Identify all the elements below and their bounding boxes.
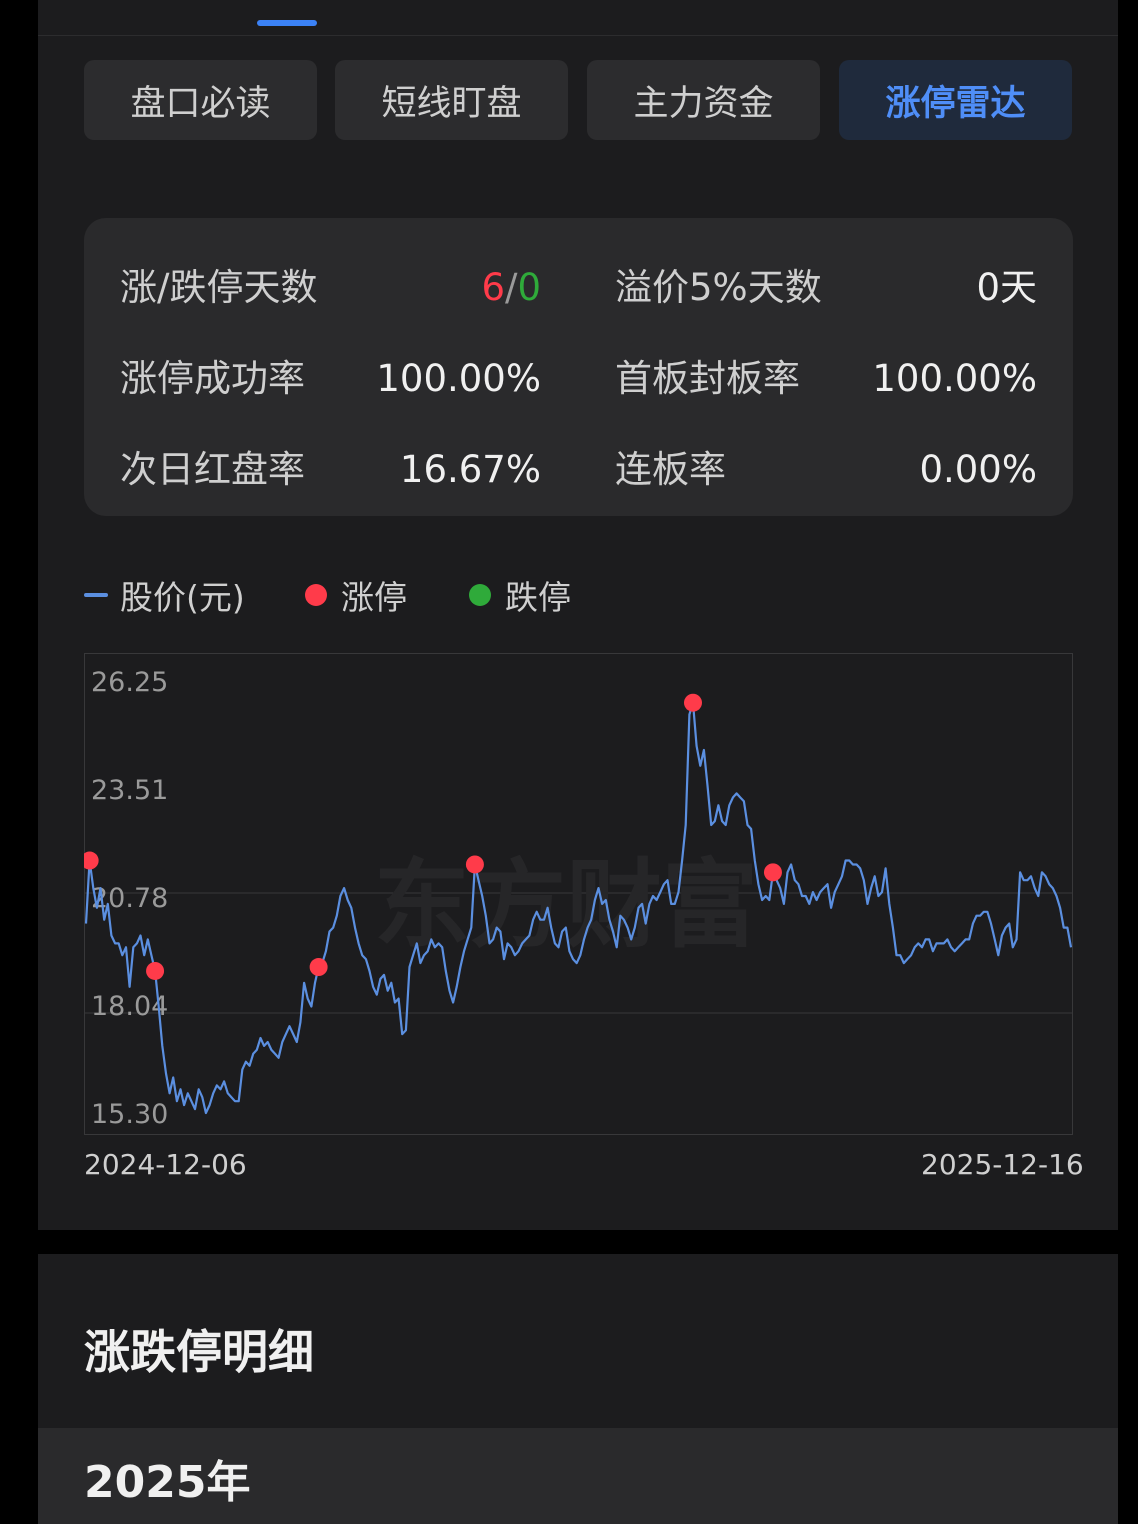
legend-limit-up-label: 涨停 xyxy=(341,578,407,617)
consecutive-board-value: 0.00% xyxy=(919,448,1037,491)
consecutive-board-label: 连板率 xyxy=(615,448,726,491)
tab-zhuli-zijin[interactable]: 主力资金 xyxy=(587,60,820,140)
x-end-date: 2025-12-16 xyxy=(921,1148,1084,1181)
tab-pankou-bidu[interactable]: 盘口必读 xyxy=(84,60,317,140)
top-divider xyxy=(38,35,1118,36)
limit-up-marker xyxy=(309,958,328,977)
x-start-date: 2024-12-06 xyxy=(84,1148,247,1181)
legend-limit-down-label: 跌停 xyxy=(505,578,571,617)
limit-up-marker xyxy=(683,693,702,712)
y-tick-label: 15.30 xyxy=(91,1099,168,1130)
red-dot-icon xyxy=(305,584,327,606)
first-board-label: 首板封板率 xyxy=(615,357,800,400)
limit-up-marker xyxy=(84,851,99,870)
legend-limit-down: 跌停 xyxy=(469,573,571,617)
y-tick-label: 26.25 xyxy=(91,667,168,698)
premium-days-label: 溢价5%天数 xyxy=(615,266,822,309)
success-rate-value: 100.00% xyxy=(376,357,541,400)
limit-days-label: 涨/跌停天数 xyxy=(120,266,318,309)
watermark-text: 东方财富 xyxy=(374,849,758,961)
limit-up-days: 6 xyxy=(481,266,505,309)
tab-indicator xyxy=(257,20,317,26)
legend-price-label: 股价(元) xyxy=(120,578,245,617)
limit-up-marker xyxy=(465,855,484,874)
legend-limit-up: 涨停 xyxy=(305,573,407,617)
tab-duanxian-dingpan[interactable]: 短线盯盘 xyxy=(335,60,568,140)
limit-sep: / xyxy=(504,266,518,309)
premium-days-value: 0天 xyxy=(976,266,1037,309)
price-chart: 东方财富26.2523.5120.7818.0415.30 xyxy=(84,653,1073,1135)
legend-price: 股价(元) xyxy=(84,573,245,617)
y-tick-label: 23.51 xyxy=(91,775,168,806)
section-title: 涨跌停明细 xyxy=(84,1325,314,1379)
limit-stats-card: 涨/跌停天数 6/0 溢价5%天数 0天 涨停成功率 100.00% 首板封板率… xyxy=(84,218,1073,516)
first-board-value: 100.00% xyxy=(872,357,1037,400)
limit-up-marker xyxy=(763,863,782,882)
tab-zhangting-leida[interactable]: 涨停雷达 xyxy=(839,60,1072,140)
green-dot-icon xyxy=(469,584,491,606)
price-line-icon xyxy=(84,593,108,597)
limit-up-marker xyxy=(146,961,165,980)
next-day-red-value: 16.67% xyxy=(399,448,541,491)
year-label: 2025年 xyxy=(84,1457,251,1508)
limit-days-value: 6/0 xyxy=(481,266,541,310)
next-day-red-label: 次日红盘率 xyxy=(120,448,305,491)
limit-down-days: 0 xyxy=(517,266,541,309)
success-rate-label: 涨停成功率 xyxy=(120,357,305,400)
